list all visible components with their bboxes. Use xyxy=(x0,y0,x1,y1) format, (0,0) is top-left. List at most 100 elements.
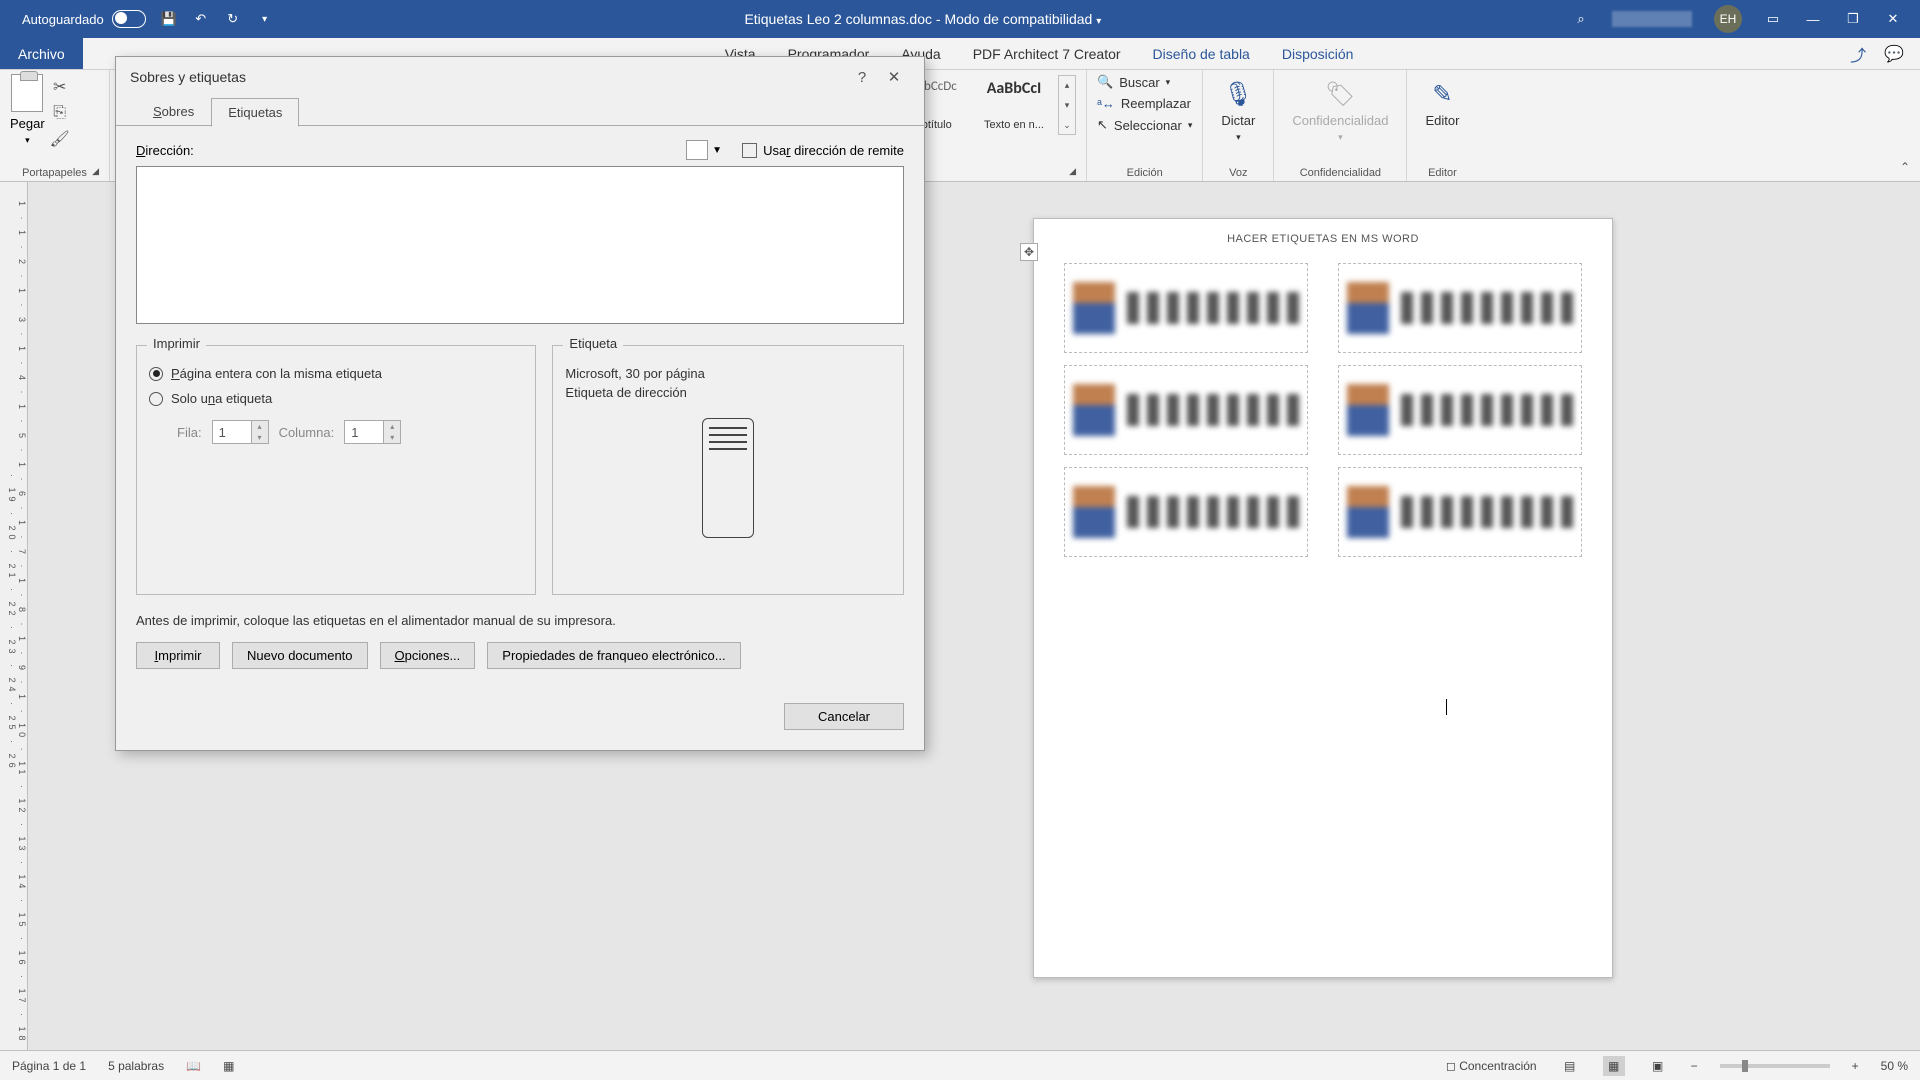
user-avatar[interactable]: EH xyxy=(1714,5,1742,33)
close-icon[interactable]: ✕ xyxy=(1884,10,1902,28)
toggle-switch-icon[interactable] xyxy=(112,10,146,28)
search-icon: 🔍 xyxy=(1097,74,1113,90)
tab-sobres[interactable]: SSobresobres xyxy=(136,97,211,126)
minimize-icon[interactable]: — xyxy=(1804,10,1822,28)
helper-text: Antes de imprimir, coloque las etiquetas… xyxy=(136,613,904,628)
label-cell[interactable] xyxy=(1338,365,1582,455)
zoom-in-icon[interactable]: + xyxy=(1852,1059,1859,1073)
launcher-icon[interactable]: ◢ xyxy=(1069,166,1076,177)
microphone-icon: 🎙 xyxy=(1223,80,1253,109)
imprimir-legend: Imprimir xyxy=(147,336,206,351)
sobres-etiquetas-dialog: Sobres y etiquetas ? ✕ SSobresobres Etiq… xyxy=(115,56,925,751)
search-icon[interactable]: ⌕ xyxy=(1572,10,1590,28)
status-page[interactable]: Página 1 de 1 xyxy=(12,1059,86,1073)
qat-customize-icon[interactable]: ▾ xyxy=(256,10,274,28)
etiqueta-legend: Etiqueta xyxy=(563,336,623,351)
group-portapapeles-label: Portapapeles◢ xyxy=(10,165,99,179)
seleccionar-button[interactable]: ↖Seleccionar ▾ xyxy=(1097,117,1192,133)
imprimir-button[interactable]: ImprimirImprimir xyxy=(136,642,220,669)
zoom-out-icon[interactable]: − xyxy=(1691,1059,1698,1073)
opciones-button[interactable]: Opciones...Opciones... xyxy=(380,642,476,669)
cut-icon[interactable]: ✂ xyxy=(51,78,69,96)
address-dropdown-icon[interactable]: ▼ xyxy=(712,145,722,156)
comments-icon[interactable]: 💬 xyxy=(1884,44,1904,64)
save-icon[interactable]: 💾 xyxy=(160,10,178,28)
view-web-icon[interactable]: ▣ xyxy=(1647,1056,1669,1076)
view-print-icon[interactable]: ▦ xyxy=(1603,1056,1625,1076)
status-macro-icon[interactable]: ▦ xyxy=(223,1059,234,1073)
radio-full-page[interactable]: Página entera con la misma etiquetaPágin… xyxy=(149,366,523,381)
direccion-label: Dirección: xyxy=(136,143,194,158)
concentracion-button[interactable]: ◻ Concentración xyxy=(1446,1059,1537,1073)
lock-icon: 🏷 xyxy=(1325,80,1355,109)
dictar-button[interactable]: 🎙Dictar▾ xyxy=(1213,74,1263,149)
styles-gallery-arrows[interactable]: ▴▾⌄ xyxy=(1058,75,1076,135)
tab-archivo[interactable]: Archivo xyxy=(0,38,83,69)
table-move-handle-icon[interactable]: ✥ xyxy=(1020,243,1038,261)
ribbon-display-icon[interactable]: ▭ xyxy=(1764,10,1782,28)
etiqueta-line2: Etiqueta de dirección xyxy=(565,385,891,400)
tab-pdf-architect[interactable]: PDF Architect 7 Creator xyxy=(957,38,1137,69)
launcher-icon[interactable]: ◢ xyxy=(92,166,99,177)
title-bar: Autoguardado 💾 ↶ ↻ ▾ Etiquetas Leo 2 col… xyxy=(0,0,1920,38)
confidencialidad-button[interactable]: 🏷Confidencialidad▾ xyxy=(1284,74,1396,149)
clipboard-icon xyxy=(11,74,43,112)
nuevo-documento-button[interactable]: Nuevo documento xyxy=(232,642,368,669)
label-cell[interactable] xyxy=(1338,467,1582,557)
vertical-ruler[interactable]: 1 · 1 · 2 · 1 · 3 · 1 · 4 · 1 · 5 · 1 · … xyxy=(0,182,28,1050)
cancelar-button[interactable]: Cancelar xyxy=(784,703,904,730)
share-icon[interactable]: ⤴ xyxy=(1850,42,1866,66)
group-voz-label: Voz xyxy=(1213,165,1263,179)
fila-label: Fila: xyxy=(177,425,202,440)
replace-icon: ᵃ↔ xyxy=(1097,96,1115,111)
label-cell[interactable] xyxy=(1064,263,1308,353)
etiqueta-fieldset[interactable]: Etiqueta Microsoft, 30 por página Etique… xyxy=(552,345,904,595)
reemplazar-button[interactable]: ᵃ↔Reemplazar xyxy=(1097,96,1192,111)
radio-single-label[interactable]: Solo una etiquetaSolo una etiqueta xyxy=(149,391,523,406)
undo-icon[interactable]: ↶ xyxy=(192,10,210,28)
tab-etiquetas[interactable]: Etiquetas xyxy=(211,98,299,127)
group-edicion-label: Edición xyxy=(1097,165,1192,179)
maximize-icon[interactable]: ❐ xyxy=(1844,10,1862,28)
format-painter-icon[interactable]: 🖌 xyxy=(51,130,69,148)
radio-icon[interactable] xyxy=(149,392,163,406)
autoguardado-toggle[interactable]: Autoguardado xyxy=(22,10,146,28)
copy-icon[interactable]: ⎘ xyxy=(51,104,69,122)
imprimir-fieldset: Imprimir Página entera con la misma etiq… xyxy=(136,345,536,595)
document-page[interactable]: ✥ HACER ETIQUETAS EN MS WORD xyxy=(1033,218,1613,978)
status-words[interactable]: 5 palabras xyxy=(108,1059,164,1073)
style-item[interactable]: AaBbCcITexto en n... xyxy=(974,74,1054,136)
zoom-level[interactable]: 50 % xyxy=(1881,1059,1908,1073)
autoguardado-label: Autoguardado xyxy=(22,12,104,27)
label-cell[interactable] xyxy=(1064,365,1308,455)
text-cursor xyxy=(1446,699,1447,715)
zoom-slider[interactable] xyxy=(1720,1064,1830,1068)
address-book-icon[interactable] xyxy=(686,140,708,160)
pegar-button[interactable]: Pegar ▾ xyxy=(10,74,45,146)
status-proofing-icon[interactable]: 📖 xyxy=(186,1059,201,1073)
fila-spinner[interactable]: ▴▾ xyxy=(212,420,269,444)
buscar-button[interactable]: 🔍Buscar ▾ xyxy=(1097,74,1192,90)
radio-icon[interactable] xyxy=(149,367,163,381)
document-title: Etiquetas Leo 2 columnas.doc - Modo de c… xyxy=(274,11,1572,27)
tab-disposicion[interactable]: Disposición xyxy=(1266,38,1370,69)
status-bar: Página 1 de 1 5 palabras 📖 ▦ ◻ Concentra… xyxy=(0,1050,1920,1080)
view-read-icon[interactable]: ▤ xyxy=(1559,1056,1581,1076)
collapse-ribbon-icon[interactable]: ⌃ xyxy=(1900,160,1910,174)
tab-diseno-tabla[interactable]: Diseño de tabla xyxy=(1137,38,1266,69)
editor-button[interactable]: ✎Editor xyxy=(1417,74,1467,134)
label-cell[interactable] xyxy=(1338,263,1582,353)
label-preview-icon xyxy=(565,418,891,538)
usar-remite-checkbox[interactable] xyxy=(742,143,757,158)
columna-label: Columna: xyxy=(279,425,335,440)
redo-icon[interactable]: ↻ xyxy=(224,10,242,28)
etiqueta-line1: Microsoft, 30 por página xyxy=(565,366,891,381)
usar-remite-label: Usar dirección de remite xyxy=(763,143,904,158)
columna-spinner[interactable]: ▴▾ xyxy=(344,420,401,444)
label-cell[interactable] xyxy=(1064,467,1308,557)
close-icon[interactable]: ✕ xyxy=(878,68,910,86)
direccion-textarea[interactable] xyxy=(136,166,904,324)
select-icon: ↖ xyxy=(1097,117,1108,133)
help-icon[interactable]: ? xyxy=(846,69,878,86)
franqueo-button[interactable]: Propiedades de franqueo electrónico... xyxy=(487,642,740,669)
